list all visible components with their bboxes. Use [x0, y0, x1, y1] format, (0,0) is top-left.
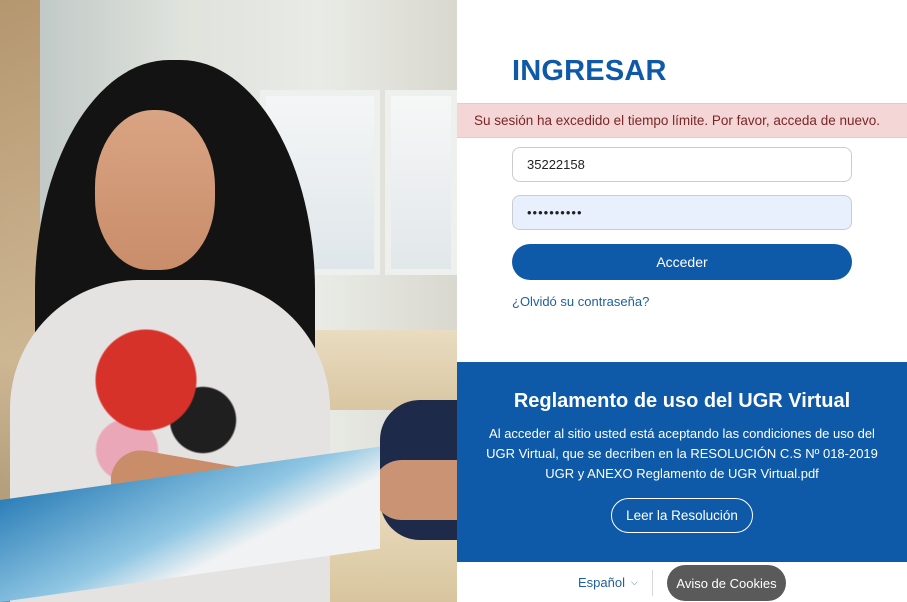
forgot-password-link[interactable]: ¿Olvidó su contraseña?: [512, 294, 649, 309]
login-panel: INGRESAR Su sesión ha excedido el tiempo…: [457, 0, 907, 362]
cookies-notice-button[interactable]: Aviso de Cookies: [667, 565, 786, 601]
footer: Español ⌵ Aviso de Cookies: [457, 562, 907, 602]
username-input[interactable]: [512, 147, 852, 182]
rules-panel: Reglamento de uso del UGR Virtual Al acc…: [457, 362, 907, 562]
read-resolution-button[interactable]: Leer la Resolución: [611, 498, 753, 533]
password-input[interactable]: [512, 195, 852, 230]
chevron-down-icon: ⌵: [630, 577, 638, 587]
rules-title: Reglamento de uso del UGR Virtual: [513, 390, 851, 412]
photo-student-face: [95, 110, 215, 270]
language-label: Español: [578, 575, 625, 590]
page-title: INGRESAR: [512, 55, 667, 87]
language-selector[interactable]: Español ⌵: [578, 575, 638, 590]
photo-background-student-arm: [372, 460, 457, 520]
hero-photo: [0, 0, 457, 602]
session-timeout-alert: Su sesión ha excedido el tiempo límite. …: [457, 103, 907, 138]
login-button[interactable]: Acceder: [512, 244, 852, 280]
footer-divider: [652, 570, 653, 596]
photo-window: [385, 90, 457, 275]
rules-text: Al acceder al sitio usted está aceptando…: [486, 426, 878, 481]
